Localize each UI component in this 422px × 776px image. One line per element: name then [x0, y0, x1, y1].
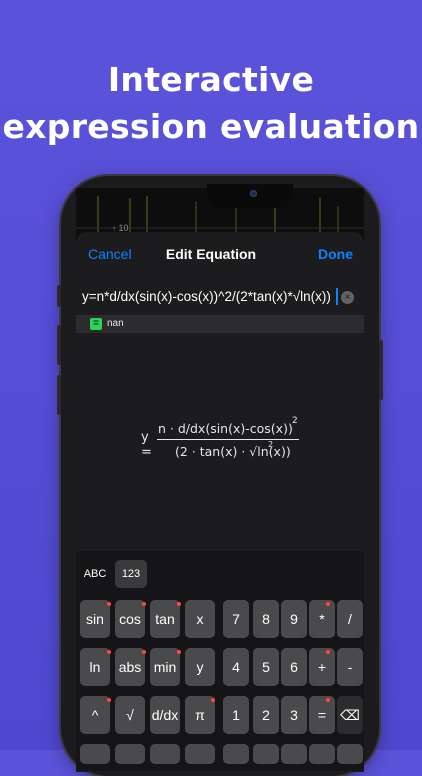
mute-switch — [57, 285, 61, 307]
result-value: nan — [107, 318, 124, 329]
key-abs[interactable]: abs — [115, 648, 145, 686]
key-row4-6[interactable] — [253, 744, 279, 764]
key-multiply[interactable]: * — [309, 600, 335, 638]
long-press-dot — [211, 698, 215, 702]
long-press-dot — [142, 602, 146, 606]
key-y[interactable]: y — [185, 648, 215, 686]
key-4[interactable]: 4 — [223, 648, 249, 686]
volume-up-button — [57, 325, 61, 365]
key-sin[interactable]: sin — [80, 600, 110, 638]
key-1[interactable]: 1 — [223, 696, 249, 734]
cancel-button[interactable]: Cancel — [88, 246, 132, 262]
power-button — [379, 340, 383, 400]
formula-exponent: 2 — [292, 416, 298, 426]
long-press-dot — [177, 602, 181, 606]
long-press-dot — [326, 698, 330, 702]
long-press-dot — [107, 698, 111, 702]
tab-abc[interactable]: ABC — [78, 560, 112, 588]
nav-title: Edit Equation — [165, 246, 257, 262]
key-plus[interactable]: + — [309, 648, 335, 686]
tab-123[interactable]: 123 — [115, 560, 147, 588]
key-row4-4[interactable] — [185, 744, 215, 764]
key-sqrt[interactable]: √ — [115, 696, 145, 734]
key-divide[interactable]: / — [337, 600, 363, 638]
backspace-icon: ⌫ — [340, 707, 360, 723]
key-min[interactable]: min — [150, 648, 180, 686]
fraction-bar — [157, 439, 299, 440]
key-tan[interactable]: tan — [150, 600, 180, 638]
key-8[interactable]: 8 — [253, 600, 279, 638]
long-press-dot — [142, 650, 146, 654]
root-index: 2 — [268, 440, 274, 449]
key-6[interactable]: 6 — [281, 648, 307, 686]
key-9[interactable]: 9 — [281, 600, 307, 638]
key-3[interactable]: 3 — [281, 696, 307, 734]
phone-notch — [207, 184, 293, 208]
headline-line-1: Interactive — [107, 60, 315, 99]
key-row4-2[interactable] — [115, 744, 145, 764]
done-button[interactable]: Done — [318, 246, 353, 262]
key-minus[interactable]: - — [337, 648, 363, 686]
key-power[interactable]: ^ — [80, 696, 110, 734]
key-equals[interactable]: = — [309, 696, 335, 734]
long-press-dot — [177, 650, 181, 654]
key-cos[interactable]: cos — [115, 600, 145, 638]
equals-badge-icon: = — [90, 318, 102, 330]
front-camera — [250, 190, 257, 197]
key-pi[interactable]: π — [185, 696, 215, 734]
key-row4-1[interactable] — [80, 744, 110, 764]
key-backspace[interactable]: ⌫ — [337, 696, 363, 734]
headline-line-2: expression evaluation — [2, 107, 420, 146]
long-press-dot — [326, 650, 330, 654]
key-2[interactable]: 2 — [253, 696, 279, 734]
key-row4-3[interactable] — [150, 744, 180, 764]
key-row4-8[interactable] — [309, 744, 335, 764]
volume-down-button — [57, 375, 61, 415]
long-press-dot — [107, 602, 111, 606]
equation-input[interactable]: y=n*d/dx(sin(x)-cos(x))^2/(2*tan(x)*√ln(… — [82, 289, 340, 304]
x-circle-icon[interactable]: × — [341, 291, 354, 304]
key-row4-7[interactable] — [281, 744, 307, 764]
formula-denominator: (2 · tan(x) · √ln(x)) — [175, 444, 291, 459]
text-caret — [336, 288, 338, 305]
formula-numerator: n · d/dx(sin(x)-cos(x)) — [158, 421, 293, 436]
key-derivative[interactable]: d/dx — [150, 696, 180, 734]
key-row4-9[interactable] — [337, 744, 363, 764]
key-7[interactable]: 7 — [223, 600, 249, 638]
key-ln[interactable]: ln — [80, 648, 110, 686]
long-press-dot — [326, 602, 330, 606]
key-row4-5[interactable] — [223, 744, 249, 764]
long-press-dot — [107, 650, 111, 654]
formula-lhs: y = — [141, 430, 152, 460]
key-5[interactable]: 5 — [253, 648, 279, 686]
key-x[interactable]: x — [185, 600, 215, 638]
